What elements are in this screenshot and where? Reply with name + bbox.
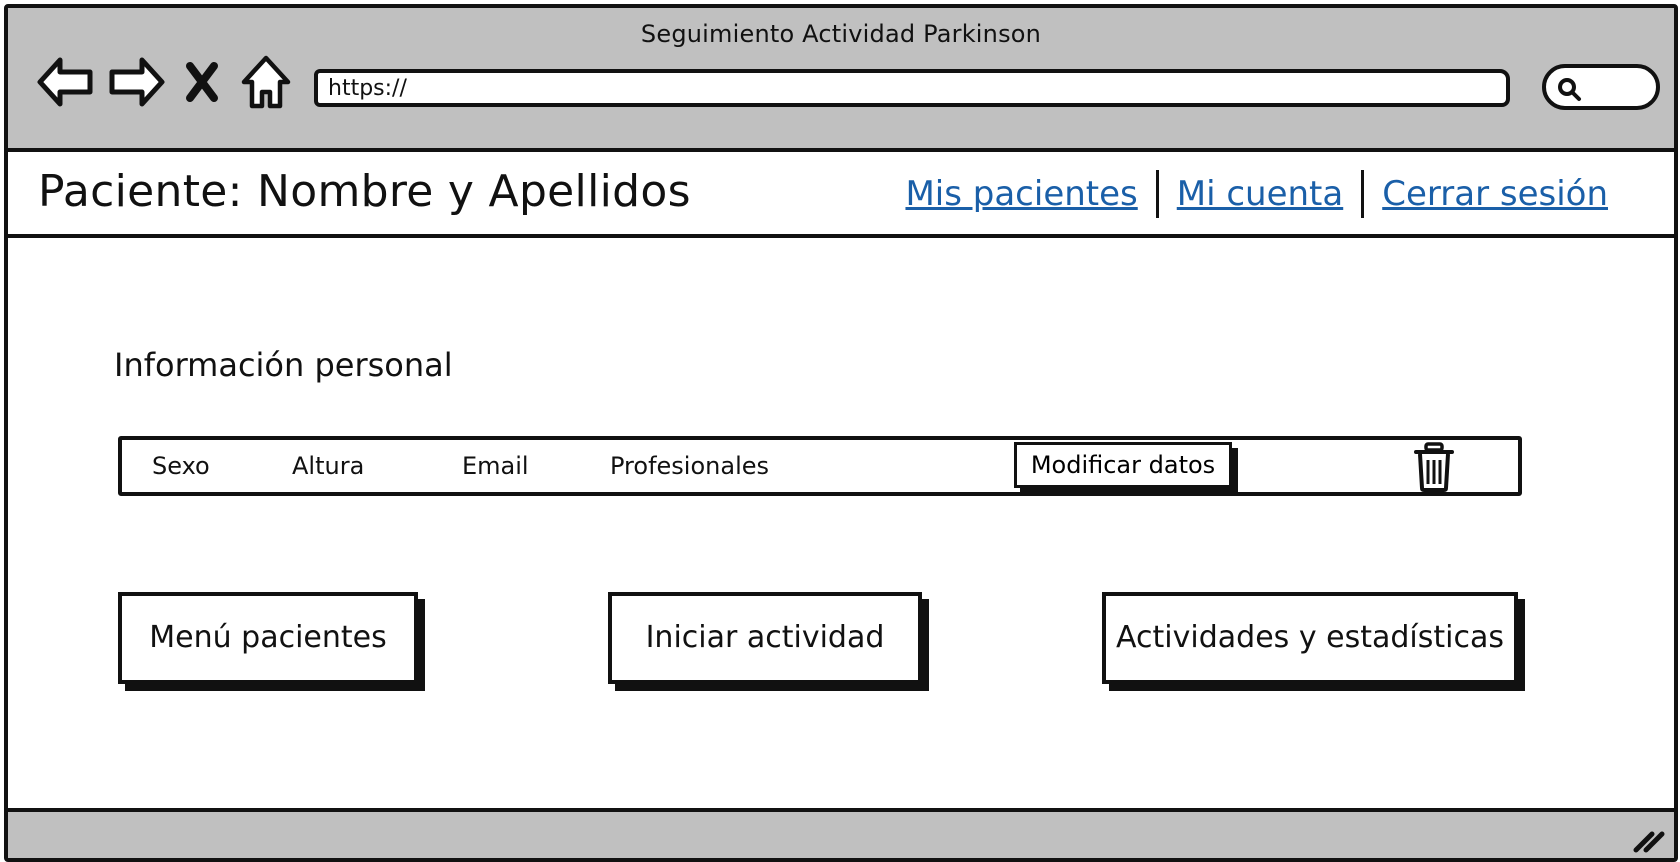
field-professionals: Profesionales <box>610 452 769 480</box>
personal-info-panel: Sexo Altura Email Profesionales Modifica… <box>118 436 1522 496</box>
personal-info-heading: Información personal <box>114 346 453 384</box>
home-icon[interactable] <box>240 52 292 112</box>
browser-window: Seguimiento Actividad Parkinson https://… <box>4 4 1678 862</box>
browser-search-box[interactable] <box>1542 64 1660 110</box>
top-nav: Mis pacientes Mi cuenta Cerrar sesión <box>905 170 1608 218</box>
back-arrow-icon[interactable] <box>34 52 98 112</box>
nav-separator <box>1361 170 1365 218</box>
my-patients-link[interactable]: Mis pacientes <box>905 174 1137 214</box>
activities-stats-button[interactable]: Actividades y estadísticas <box>1102 592 1518 684</box>
start-activity-button[interactable]: Iniciar actividad <box>608 592 922 684</box>
close-x-icon[interactable] <box>180 52 224 112</box>
forward-arrow-icon[interactable] <box>104 52 168 112</box>
resize-handle-icon[interactable] <box>1630 824 1666 854</box>
patients-menu-button[interactable]: Menú pacientes <box>118 592 418 684</box>
window-title: Seguimiento Actividad Parkinson <box>640 20 1042 48</box>
page-title: Paciente: Nombre y Apellidos <box>38 166 691 217</box>
trash-icon[interactable] <box>1412 442 1456 492</box>
my-account-link[interactable]: Mi cuenta <box>1177 174 1343 214</box>
modify-data-button[interactable]: Modificar datos <box>1014 442 1232 488</box>
field-email: Email <box>462 452 529 480</box>
nav-separator <box>1155 170 1159 218</box>
app-header: Paciente: Nombre y Apellidos Mis pacient… <box>8 152 1674 238</box>
magnifier-icon <box>1558 78 1581 101</box>
field-sex: Sexo <box>152 452 210 480</box>
field-height: Altura <box>292 452 365 480</box>
logout-link[interactable]: Cerrar sesión <box>1382 174 1608 214</box>
address-bar[interactable] <box>314 69 1510 107</box>
status-bar <box>8 808 1674 858</box>
browser-chrome: Seguimiento Actividad Parkinson <box>8 8 1674 152</box>
url-input[interactable] <box>318 73 1506 103</box>
